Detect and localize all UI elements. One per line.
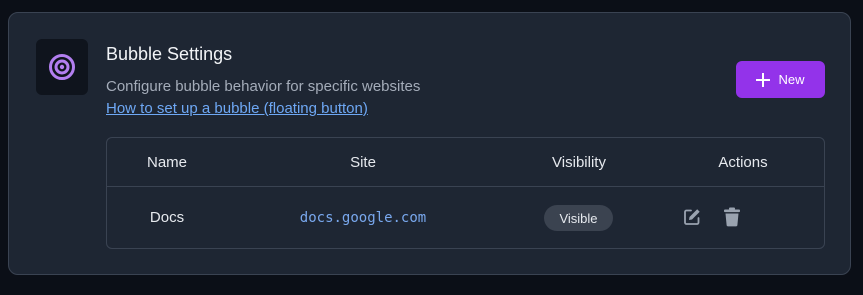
edit-icon[interactable] [681, 206, 703, 228]
page-subtitle: Configure bubble behavior for specific w… [106, 78, 421, 95]
column-header-visibility: Visibility [552, 154, 606, 171]
visibility-badge: Visible [544, 205, 613, 231]
trash-icon[interactable] [721, 206, 743, 228]
header-divider [107, 186, 824, 187]
column-header-site: Site [350, 154, 376, 171]
column-header-actions: Actions [718, 154, 768, 171]
column-header-name: Name [146, 154, 188, 171]
plus-icon [756, 72, 771, 87]
new-button-label: New [778, 72, 805, 87]
bubbles-table: Name Site Visibility Actions Docs docs.g… [106, 137, 825, 249]
row-name: Docs [149, 209, 185, 226]
help-link[interactable]: How to set up a bubble (floating button) [106, 100, 368, 117]
row-site: docs.google.com [299, 210, 427, 226]
page-title: Bubble Settings [106, 44, 233, 64]
target-icon [49, 54, 75, 80]
app-logo [36, 39, 88, 95]
bubble-settings-card: Bubble Settings Configure bubble behavio… [8, 12, 851, 275]
new-bubble-button[interactable]: New [736, 61, 825, 98]
